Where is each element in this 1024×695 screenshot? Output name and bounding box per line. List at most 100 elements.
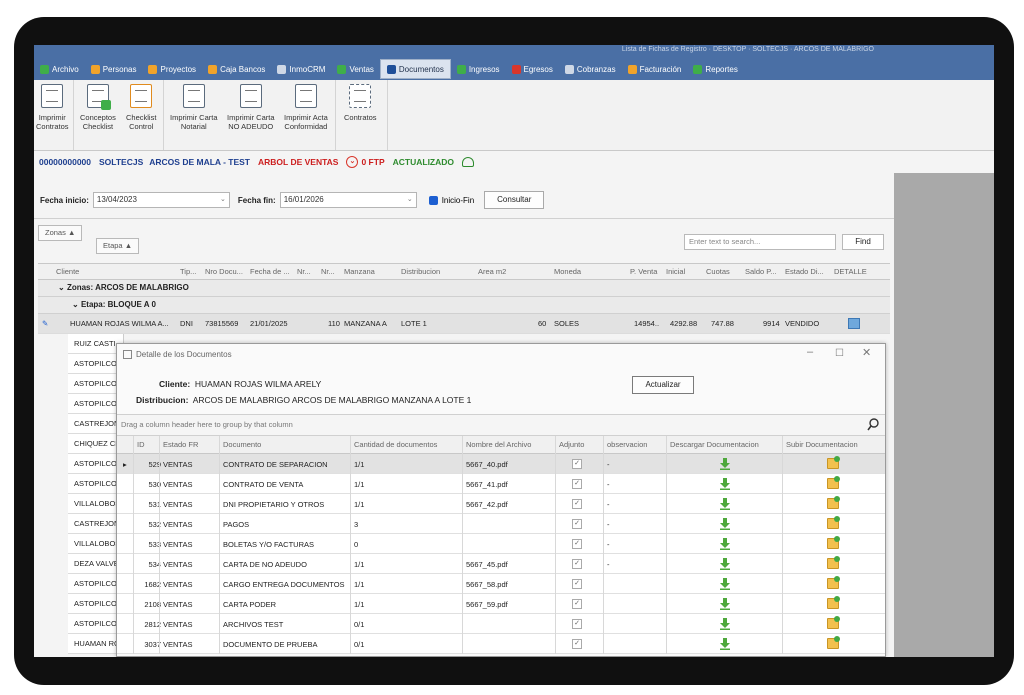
col-id[interactable]: ID — [137, 440, 145, 449]
attachment-checkbox[interactable]: ✓ — [572, 499, 582, 509]
attachment-checkbox[interactable]: ✓ — [572, 559, 582, 569]
table-row[interactable]: 530 VENTAS CONTRATO DE VENTA 1/1 5667_41.pdf… — [117, 474, 885, 494]
download-icon[interactable] — [720, 478, 730, 490]
print-contracts-button[interactable]: Imprimir Contratos — [36, 84, 69, 131]
col-detalle[interactable]: DETALLE — [834, 267, 874, 276]
menu-item-documentos[interactable]: Documentos — [379, 59, 451, 79]
download-icon[interactable] — [720, 498, 730, 510]
group-row-etapa[interactable]: ⌄ Etapa: BLOQUE A 0 — [38, 297, 890, 314]
upload-folder-icon[interactable] — [827, 556, 840, 569]
group-drag-area[interactable]: Drag a column header here to group by th… — [117, 414, 885, 436]
table-row[interactable]: 534 VENTAS CARTA DE NO ADEUDO 1/1 5667_45.pd… — [117, 554, 885, 574]
col-moneda[interactable]: Moneda — [554, 267, 624, 276]
table-row[interactable]: 3037 VENTAS DOCUMENTO DE PRUEBA 0/1 ✓ — [117, 634, 885, 654]
col-estado-fr[interactable]: Estado FR — [163, 440, 198, 449]
menu-item-archivo[interactable]: Archivo — [34, 59, 85, 79]
download-icon[interactable] — [720, 518, 730, 530]
menu-item-ingresos[interactable]: Ingresos — [451, 59, 506, 79]
col-fecha[interactable]: Fecha de ... — [250, 267, 292, 276]
table-row[interactable]: ▸ 529 VENTAS CONTRATO DE SEPARACION 1/1 5667_… — [117, 454, 885, 474]
col-adjunto[interactable]: Adjunto — [559, 440, 584, 449]
col-distribucion[interactable]: Distribucion — [401, 267, 471, 276]
table-row[interactable]: 532 VENTAS PAGOS 3 - ✓ — [117, 514, 885, 534]
end-date-input[interactable]: 16/01/2026 ⌄ — [279, 192, 417, 208]
table-row[interactable]: 1682 VENTAS CARGO ENTREGA DOCUMENTOS 1/1 566… — [117, 574, 885, 594]
col-nr2[interactable]: Nr... — [321, 267, 339, 276]
range-checkbox[interactable]: Inicio-Fin — [428, 195, 474, 205]
chevron-down-icon[interactable]: ⌄ — [407, 193, 413, 207]
group-zonas-chip[interactable]: Zonas ▲ — [38, 225, 83, 241]
upload-folder-icon[interactable] — [827, 576, 840, 589]
consult-button[interactable]: Consultar — [484, 191, 545, 209]
print-notarial-letter-button[interactable]: Imprimir Carta Notarial — [170, 84, 218, 131]
menu-item-inmocrm[interactable]: InmoCRM — [271, 59, 331, 79]
download-icon[interactable] — [720, 458, 730, 470]
menu-item-facturaci-n[interactable]: Facturación — [622, 59, 688, 79]
col-descargar[interactable]: Descargar Documentacion — [670, 440, 759, 449]
col-tipo[interactable]: Tip... — [180, 267, 202, 276]
checklist-control-button[interactable]: Checklist Control — [126, 84, 156, 131]
col-nro-doc[interactable]: Nro Docu... — [205, 267, 245, 276]
table-row[interactable]: 2108 VENTAS CARTA PODER 1/1 5667_59.pdf ✓ — [117, 594, 885, 614]
table-row[interactable]: 2812 VENTAS ARCHIVOS TEST 0/1 ✓ — [117, 614, 885, 634]
table-row[interactable]: 531 VENTAS DNI PROPIETARIO Y OTROS 1/1 5667_… — [117, 494, 885, 514]
detail-icon[interactable] — [848, 318, 860, 329]
attachment-checkbox[interactable]: ✓ — [572, 599, 582, 609]
menu-item-egresos[interactable]: Egresos — [506, 59, 559, 79]
download-icon[interactable] — [720, 638, 730, 650]
group-row-zona[interactable]: ⌄ Zonas: ARCOS DE MALABRIGO — [38, 280, 890, 297]
upload-folder-icon[interactable] — [827, 636, 840, 649]
print-conformity-act-button[interactable]: Imprimir Acta Conformidad — [284, 84, 328, 131]
col-nr1[interactable]: Nr... — [297, 267, 315, 276]
download-icon[interactable] — [720, 578, 730, 590]
col-documento[interactable]: Documento — [223, 440, 261, 449]
chevron-down-icon[interactable]: ⌄ — [220, 193, 226, 207]
attachment-checkbox[interactable]: ✓ — [572, 479, 582, 489]
col-cuotas[interactable]: Cuotas — [706, 267, 742, 276]
upload-folder-icon[interactable] — [827, 456, 840, 469]
download-icon[interactable] — [720, 538, 730, 550]
upload-folder-icon[interactable] — [827, 516, 840, 529]
menu-item-caja-bancos[interactable]: Caja Bancos — [202, 59, 271, 79]
col-estado[interactable]: Estado Di... — [785, 267, 831, 276]
attachment-checkbox[interactable]: ✓ — [572, 619, 582, 629]
close-icon[interactable]: ✕ — [862, 346, 871, 359]
col-pventa[interactable]: P. Venta — [630, 267, 664, 276]
contracts-button[interactable]: Contratos — [344, 84, 377, 122]
group-etapa-chip[interactable]: Etapa ▲ — [96, 238, 140, 254]
col-inicial[interactable]: Inicial — [666, 267, 702, 276]
col-manzana[interactable]: Manzana — [344, 267, 394, 276]
col-saldo[interactable]: Saldo P... — [745, 267, 781, 276]
checklist-concepts-button[interactable]: Conceptos Checklist — [80, 84, 116, 131]
col-area[interactable]: Area m2 — [478, 267, 548, 276]
search-icon[interactable] — [867, 418, 879, 432]
upload-folder-icon[interactable] — [827, 596, 840, 609]
col-observacion[interactable]: observacion — [607, 440, 647, 449]
col-subir[interactable]: Subir Documentacion — [786, 440, 858, 449]
maximize-icon[interactable]: ☐ — [835, 348, 844, 359]
attachment-checkbox[interactable]: ✓ — [572, 519, 582, 529]
upload-folder-icon[interactable] — [827, 616, 840, 629]
download-icon[interactable] — [720, 618, 730, 630]
col-archivo[interactable]: Nombre del Archivo — [466, 440, 531, 449]
attachment-checkbox[interactable]: ✓ — [572, 459, 582, 469]
attachment-checkbox[interactable]: ✓ — [572, 639, 582, 649]
upload-folder-icon[interactable] — [827, 536, 840, 549]
menu-item-cobranzas[interactable]: Cobranzas — [559, 59, 622, 79]
search-input[interactable]: Enter text to search... — [684, 234, 836, 250]
table-row[interactable]: ✎ HUAMAN ROJAS WILMA A... DNI 73815569 2… — [38, 314, 890, 334]
attachment-checkbox[interactable]: ✓ — [572, 539, 582, 549]
attachment-checkbox[interactable]: ✓ — [572, 579, 582, 589]
menu-item-ventas[interactable]: Ventas — [331, 59, 379, 79]
menu-item-reportes[interactable]: Reportes — [687, 59, 743, 79]
download-icon[interactable] — [720, 598, 730, 610]
table-row[interactable]: 533 VENTAS BOLETAS Y/O FACTURAS 0 - ✓ — [117, 534, 885, 554]
upload-folder-icon[interactable] — [827, 476, 840, 489]
minimize-icon[interactable]: – — [807, 346, 813, 358]
download-icon[interactable] — [720, 558, 730, 570]
menu-item-personas[interactable]: Personas — [85, 59, 143, 79]
col-cantidad[interactable]: Cantidad de documentos — [354, 440, 437, 449]
find-button[interactable]: Find — [842, 234, 884, 250]
print-no-debt-letter-button[interactable]: Imprimir Carta NO ADEUDO — [227, 84, 275, 131]
start-date-input[interactable]: 13/04/2023 ⌄ — [92, 192, 230, 208]
